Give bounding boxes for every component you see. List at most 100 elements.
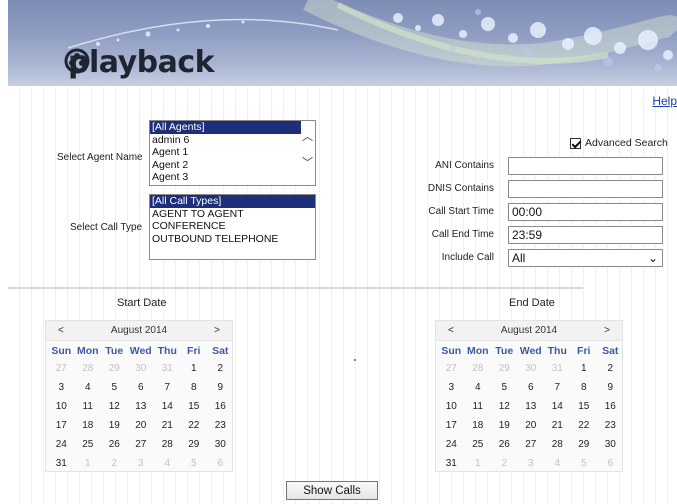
calendar-day[interactable]: 8 — [181, 378, 208, 397]
calendar-day[interactable]: 3 — [518, 454, 545, 473]
calendar-day[interactable]: 13 — [128, 397, 155, 416]
calendar-day[interactable]: 5 — [101, 378, 128, 397]
calltype-option[interactable]: CONFERENCE — [150, 220, 315, 233]
scroll-up-icon[interactable]: ︿ — [302, 131, 313, 144]
include-call-select[interactable]: All ⌄ — [508, 249, 663, 267]
calendar-day[interactable]: 26 — [491, 435, 518, 454]
calendar-day[interactable]: 21 — [154, 416, 181, 435]
calendar-day[interactable]: 6 — [597, 454, 624, 473]
calendar-day[interactable]: 6 — [128, 378, 155, 397]
calendar-day[interactable]: 13 — [518, 397, 545, 416]
calendar-day[interactable]: 5 — [181, 454, 208, 473]
calendar-day[interactable]: 30 — [128, 359, 155, 378]
calendar-day[interactable]: 25 — [75, 435, 102, 454]
calendar-day[interactable]: 28 — [544, 435, 571, 454]
advanced-search-toggle[interactable]: Advanced Search — [570, 137, 668, 149]
calendar-day[interactable]: 22 — [571, 416, 598, 435]
calendar-day[interactable]: 2 — [207, 359, 234, 378]
calendar-day[interactable]: 1 — [571, 359, 598, 378]
prev-month-button[interactable]: < — [448, 325, 454, 336]
calendar-day[interactable]: 14 — [544, 397, 571, 416]
agent-scrollbar[interactable]: ︿ ﹀ — [301, 121, 315, 185]
calendar-day[interactable]: 18 — [465, 416, 492, 435]
calendar-day[interactable]: 14 — [154, 397, 181, 416]
calendar-day[interactable]: 3 — [128, 454, 155, 473]
calendar-day[interactable]: 27 — [48, 359, 75, 378]
calendar-day[interactable]: 31 — [154, 359, 181, 378]
calendar-day[interactable]: 23 — [207, 416, 234, 435]
calendar-day[interactable]: 15 — [571, 397, 598, 416]
agent-option[interactable]: Agent 3 — [150, 171, 315, 184]
calendar-day[interactable]: 31 — [48, 454, 75, 473]
calltype-option[interactable]: AGENT TO AGENT — [150, 208, 315, 221]
calendar-day[interactable]: 7 — [544, 378, 571, 397]
calendar-day[interactable]: 4 — [465, 378, 492, 397]
calendar-day[interactable]: 5 — [491, 378, 518, 397]
calendar-day[interactable]: 24 — [48, 435, 75, 454]
calendar-day[interactable]: 16 — [207, 397, 234, 416]
calendar-day[interactable]: 28 — [465, 359, 492, 378]
chevron-down-icon[interactable]: ⌄ — [648, 250, 658, 266]
calendar-day[interactable]: 24 — [438, 435, 465, 454]
advanced-search-checkbox[interactable] — [570, 137, 581, 149]
calendar-day[interactable]: 25 — [465, 435, 492, 454]
calendar-day[interactable]: 12 — [491, 397, 518, 416]
calendar-day[interactable]: 27 — [438, 359, 465, 378]
calltype-listbox[interactable]: [All Call Types] AGENT TO AGENT CONFEREN… — [149, 194, 316, 260]
calendar-day[interactable]: 16 — [597, 397, 624, 416]
prev-month-button[interactable]: < — [58, 325, 64, 336]
calendar-day[interactable]: 4 — [544, 454, 571, 473]
calendar-day[interactable]: 30 — [597, 435, 624, 454]
calendar-day[interactable]: 21 — [544, 416, 571, 435]
calendar-day[interactable]: 2 — [597, 359, 624, 378]
calendar-day[interactable]: 18 — [75, 416, 102, 435]
agent-option[interactable]: Agent 1 — [150, 146, 315, 159]
calendar-day[interactable]: 31 — [544, 359, 571, 378]
agent-option[interactable]: Agent 2 — [150, 159, 315, 172]
agent-option[interactable]: [All Agents] — [150, 121, 315, 134]
help-link[interactable]: Help — [652, 94, 677, 108]
agent-listbox[interactable]: [All Agents] admin 6 Agent 1 Agent 2 Age… — [149, 120, 316, 186]
scroll-down-icon[interactable]: ﹀ — [302, 157, 313, 170]
calendar-day[interactable]: 6 — [207, 454, 234, 473]
calendar-day[interactable]: 11 — [465, 397, 492, 416]
calendar-day[interactable]: 28 — [75, 359, 102, 378]
calltype-option[interactable]: [All Call Types] — [150, 195, 315, 208]
calendar-day[interactable]: 7 — [154, 378, 181, 397]
calendar-day[interactable]: 2 — [101, 454, 128, 473]
calendar-day[interactable]: 11 — [75, 397, 102, 416]
calltype-option[interactable]: OUTBOUND TELEPHONE — [150, 233, 315, 246]
calendar-day[interactable]: 17 — [48, 416, 75, 435]
calendar-day[interactable]: 6 — [518, 378, 545, 397]
next-month-button[interactable]: > — [604, 325, 610, 336]
calendar-day[interactable]: 3 — [438, 378, 465, 397]
calendar-day[interactable]: 1 — [465, 454, 492, 473]
calendar-day[interactable]: 30 — [518, 359, 545, 378]
calendar-day[interactable]: 20 — [128, 416, 155, 435]
next-month-button[interactable]: > — [214, 325, 220, 336]
calendar-day[interactable]: 27 — [518, 435, 545, 454]
calendar-day[interactable]: 3 — [48, 378, 75, 397]
agent-option[interactable]: admin 6 — [150, 134, 315, 147]
end-time-input[interactable]: 23:59 — [508, 226, 663, 244]
calendar-day[interactable]: 4 — [75, 378, 102, 397]
calendar-day[interactable]: 4 — [154, 454, 181, 473]
calendar-day[interactable]: 31 — [438, 454, 465, 473]
calendar-day[interactable]: 29 — [491, 359, 518, 378]
calendar-day[interactable]: 28 — [154, 435, 181, 454]
calendar-day[interactable]: 8 — [571, 378, 598, 397]
calendar-day[interactable]: 23 — [597, 416, 624, 435]
calendar-day[interactable]: 5 — [571, 454, 598, 473]
calendar-day[interactable]: 12 — [101, 397, 128, 416]
calendar-day[interactable]: 20 — [518, 416, 545, 435]
calendar-day[interactable]: 1 — [181, 359, 208, 378]
calendar-day[interactable]: 9 — [597, 378, 624, 397]
calendar-day[interactable]: 27 — [128, 435, 155, 454]
calendar-day[interactable]: 9 — [207, 378, 234, 397]
calendar-day[interactable]: 26 — [101, 435, 128, 454]
calendar-day[interactable]: 10 — [438, 397, 465, 416]
show-calls-button[interactable]: Show Calls — [286, 481, 378, 500]
calendar-day[interactable]: 30 — [207, 435, 234, 454]
calendar-day[interactable]: 10 — [48, 397, 75, 416]
start-time-input[interactable]: 00:00 — [508, 203, 663, 221]
